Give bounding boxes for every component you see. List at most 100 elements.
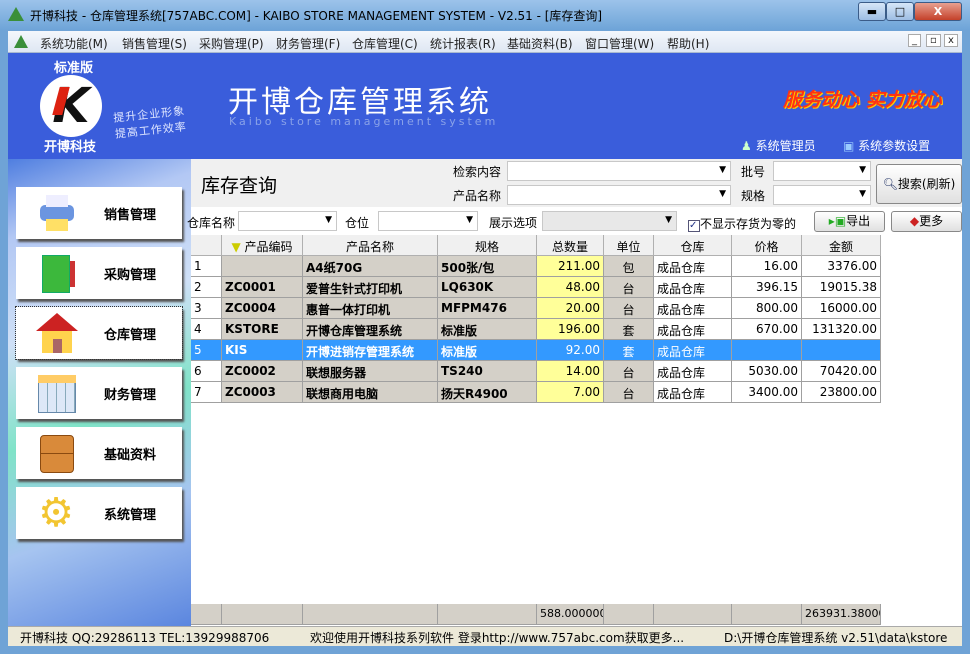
warehouse-select[interactable]: ▼ (238, 211, 337, 231)
settings-link[interactable]: ▣ 系统参数设置 (843, 137, 930, 154)
menu-reports[interactable]: 统计报表(R) (430, 35, 496, 52)
sidebar-item-sales[interactable]: 销售管理 (16, 187, 182, 239)
product-name-input[interactable]: ▼ (507, 185, 731, 205)
cell-amount: 3376.00 (802, 256, 881, 277)
motto: 服务动心 实力放心 (783, 89, 942, 111)
cell-product-name: 联想服务器 (303, 361, 438, 382)
menu-help[interactable]: 帮助(H) (667, 35, 709, 52)
column-header-warehouse[interactable]: 仓库 (654, 235, 732, 256)
edition-label: 标准版 (54, 61, 94, 76)
table-row[interactable]: 2 ZC0001 爱普生针式打印机 LQ630K 48.00 台成品仓库 396.15 190… (191, 277, 881, 298)
cell-spec: 500张/包 (438, 256, 537, 277)
mdi-minimize-button[interactable]: _ (908, 34, 921, 47)
status-contact: 开博科技 QQ:29286113 TEL:13929988706 (20, 631, 270, 645)
menu-window[interactable]: 窗口管理(W) (585, 35, 654, 52)
cell-warehouse: 成品仓库 (654, 361, 732, 382)
cell-amount: 19015.38 (802, 277, 881, 298)
cell-spec: 标准版 (438, 319, 537, 340)
product-name-label: 产品名称 (453, 189, 502, 203)
hide-zero-checkbox[interactable]: ✓ 不显示存货为零的 (688, 215, 796, 232)
export-button[interactable]: ▸▣导出 (814, 211, 885, 232)
sidebar-item-warehouse[interactable]: 仓库管理 (15, 306, 183, 360)
more-icon: ◆ (909, 214, 920, 228)
sidebar-item-system[interactable]: ⚙ 系统管理 (16, 487, 182, 539)
company-name: 开博科技 (44, 140, 97, 155)
table-row[interactable]: 5 KIS 开博进销存管理系统 标准版 92.00 套成品仓库 (191, 340, 881, 361)
column-header-total-qty[interactable]: 总数量 (537, 235, 604, 256)
menu-basic-data[interactable]: 基础资料(B) (507, 35, 573, 52)
column-header-label: 仓库 (680, 240, 705, 254)
table-row[interactable]: 1 A4纸70G 500张/包 211.00 包成品仓库 16.00 3376.00 (191, 256, 881, 277)
column-header-product-name[interactable]: 产品名称 (303, 235, 438, 256)
query-header: 库存查询 检索内容 ▼ 产品名称 ▼ 批号 ▼ 规格 ▼ 🔍︎搜索(刷新) (191, 159, 962, 207)
column-header-spec[interactable]: 规格 (438, 235, 537, 256)
mdi-restore-button[interactable]: ▫ (926, 34, 941, 47)
search-label: 检索内容 (453, 165, 502, 179)
cabinet-icon (36, 433, 76, 473)
chevron-down-icon: ▼ (325, 215, 332, 225)
cell-warehouse: 成品仓库 (654, 298, 732, 319)
sidebar-item-purchase[interactable]: 采购管理 (16, 247, 182, 299)
menu-sales[interactable]: 销售管理(S) (122, 35, 187, 52)
column-header-label: 金额 (828, 240, 853, 254)
column-header-label: 单位 (616, 240, 641, 254)
sidebar-label: 销售管理 (104, 208, 157, 223)
total-amount: 263931.38000 (802, 604, 881, 625)
totals-cell (438, 604, 537, 625)
close-button[interactable]: X (914, 2, 962, 21)
cell-product-name: 开博进销存管理系统 (303, 340, 438, 361)
chevron-down-icon: ▼ (719, 189, 726, 199)
location-label: 仓位 (345, 216, 370, 230)
menu-system[interactable]: 系统功能(M) (40, 35, 108, 52)
cell-spec: MFPM476 (438, 298, 537, 319)
window-title: 开博科技 - 仓库管理系统[757ABC.COM] - KAIBO STORE … (30, 9, 603, 23)
column-header-amount[interactable]: 金额 (802, 235, 881, 256)
sidebar-item-finance[interactable]: 财务管理 (16, 367, 182, 419)
monitor-icon: ▣ (843, 139, 855, 153)
column-header-row-number[interactable] (191, 235, 222, 256)
table-row[interactable]: 6 ZC0002 联想服务器 TS240 14.00 台成品仓库 5030.00 70420.… (191, 361, 881, 382)
table-row[interactable]: 4 KSTORE 开博仓库管理系统 标准版 196.00 套成品仓库 670.00 13132… (191, 319, 881, 340)
column-header-product-code[interactable]: ▼ 产品编码 (222, 235, 303, 256)
table-row[interactable]: 7 ZC0003 联想商用电脑 扬天R4900 7.00 台成品仓库 3400.00 2380… (191, 382, 881, 403)
user-icon: ♟ (741, 139, 752, 153)
spec-input[interactable]: ▼ (773, 185, 871, 205)
user-link[interactable]: ♟ 系统管理员 (741, 137, 816, 154)
sort-indicator-icon: ▼ (231, 240, 245, 254)
batch-input[interactable]: ▼ (773, 161, 871, 181)
sidebar-item-basic-data[interactable]: 基础资料 (16, 427, 182, 479)
calendar-icon (36, 373, 76, 413)
search-refresh-button[interactable]: 🔍︎搜索(刷新) (876, 164, 962, 204)
cell-product-name: 开博仓库管理系统 (303, 319, 438, 340)
chevron-down-icon: ▼ (719, 165, 726, 175)
column-header-price[interactable]: 价格 (732, 235, 802, 256)
cell-warehouse: 成品仓库 (654, 277, 732, 298)
mdi-close-button[interactable]: x (944, 34, 958, 47)
more-button[interactable]: ◆更多 (891, 211, 962, 232)
cell-price: 16.00 (732, 256, 802, 277)
totals-cell (732, 604, 802, 625)
location-select[interactable]: ▼ (378, 211, 478, 231)
search-input[interactable]: ▼ (507, 161, 731, 181)
cell-unit: 台 (604, 298, 654, 319)
minimize-button[interactable]: ▬ (858, 2, 886, 21)
menu-finance[interactable]: 财务管理(F) (276, 35, 340, 52)
cell-price: 5030.00 (732, 361, 802, 382)
menu-purchase[interactable]: 采购管理(P) (199, 35, 264, 52)
display-options-select[interactable]: ▼ (542, 211, 677, 231)
title-bar: 开博科技 - 仓库管理系统[757ABC.COM] - KAIBO STORE … (0, 0, 970, 30)
status-welcome: 欢迎使用开博科技系列软件 登录http://www.757abc.com获取更多… (310, 631, 685, 645)
cell-row-number: 7 (191, 382, 222, 403)
column-header-label: 价格 (754, 240, 779, 254)
table-row[interactable]: 3 ZC0004 惠普一体打印机 MFPM476 20.00 台成品仓库 800.00 160… (191, 298, 881, 319)
cell-spec: 标准版 (438, 340, 537, 361)
cell-row-number: 1 (191, 256, 222, 277)
menu-bar: 系统功能(M) 销售管理(S) 采购管理(P) 财务管理(F) 仓库管理(C) … (8, 31, 962, 53)
cell-row-number: 5 (191, 340, 222, 361)
house-icon (36, 313, 78, 353)
cell-product-code: KSTORE (222, 319, 303, 340)
column-header-unit[interactable]: 单位 (604, 235, 654, 256)
menu-warehouse[interactable]: 仓库管理(C) (352, 35, 418, 52)
cell-unit: 套 (604, 340, 654, 361)
maximize-button[interactable]: □ (886, 2, 914, 21)
